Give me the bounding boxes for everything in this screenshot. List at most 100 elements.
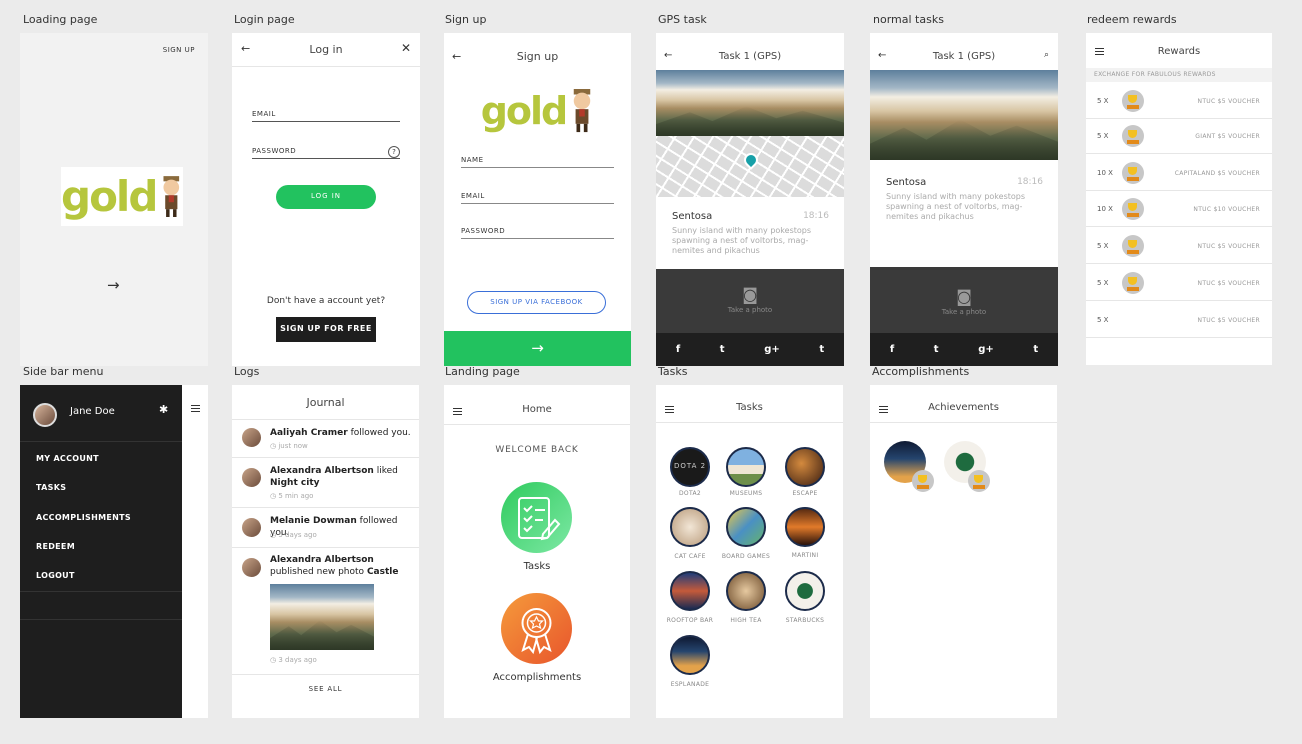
signup-free-button[interactable]: SIGN UP FOR FREE xyxy=(276,317,376,342)
sidebar-item-accomplishments[interactable]: ACCOMPLISHMENTS xyxy=(36,513,131,522)
accomplishments-button[interactable] xyxy=(501,593,572,664)
reward-row[interactable]: 10 X CAPITALAND $5 VOUCHER xyxy=(1086,155,1272,191)
password-field[interactable]: PASSWORD xyxy=(461,227,614,239)
login-button[interactable]: LOG IN xyxy=(276,185,376,209)
sidebar-item-tasks[interactable]: TASKS xyxy=(36,483,66,492)
journal-entry[interactable]: Alexandra Albertson liked Night city ◷ 5… xyxy=(232,458,419,508)
facebook-icon[interactable]: f xyxy=(676,344,680,355)
divider xyxy=(656,422,843,423)
task-rooftop-bar[interactable] xyxy=(670,571,710,611)
no-account-text: Don't have a account yet? xyxy=(266,296,386,306)
entry-time: ◷ 5 min ago xyxy=(270,492,314,500)
task-description: Sunny island with many pokestops spawnin… xyxy=(672,226,812,255)
task-label: CAT CAFE xyxy=(674,553,706,560)
signup-link[interactable]: SIGN UP xyxy=(163,46,195,54)
take-photo-label: Take a photo xyxy=(941,308,987,316)
label-gps-task: GPS task xyxy=(658,13,707,26)
reward-name: NTUC $5 VOUCHER xyxy=(1197,243,1260,250)
twitter-icon[interactable]: t xyxy=(720,344,725,355)
rewards-subheader: EXCHANGE FOR FABULOUS REWARDS xyxy=(1086,68,1272,82)
task-high-tea[interactable] xyxy=(726,571,766,611)
reward-name: CAPITALAND $5 VOUCHER xyxy=(1174,170,1260,177)
gold-logo: gold xyxy=(61,167,183,226)
label-accomplishments: Accomplishments xyxy=(872,365,970,378)
reward-row[interactable]: 5 X GIANT $5 VOUCHER xyxy=(1086,118,1272,154)
tumblr-icon[interactable]: t xyxy=(819,344,824,355)
task-label: ESCAPE xyxy=(792,490,818,497)
name-field[interactable]: NAME xyxy=(461,156,614,168)
task-starbucks[interactable] xyxy=(785,571,825,611)
login-header: ← Log in ✕ xyxy=(232,33,420,67)
tumblr-icon[interactable]: t xyxy=(1033,344,1038,355)
twitter-icon[interactable]: t xyxy=(934,344,939,355)
task-label: DOTA2 xyxy=(679,490,701,497)
reward-qty: 5 X xyxy=(1097,132,1109,140)
task-label: STARBUCKS xyxy=(785,617,825,624)
login-screen: ← Log in ✕ EMAIL PASSWORD ? LOG IN Don't… xyxy=(232,33,420,366)
label-side-bar-menu: Side bar menu xyxy=(23,365,104,378)
task-board-games[interactable] xyxy=(726,507,766,547)
home-screen: Home WELCOME BACK Tasks Accomplishments xyxy=(444,385,630,718)
gps-task-title: Task 1 (GPS) xyxy=(718,51,782,62)
avatar xyxy=(242,428,261,447)
gold-logo: gold xyxy=(479,87,596,135)
sidebar-item-my-account[interactable]: MY ACCOUNT xyxy=(36,454,99,463)
reward-qty: 10 X xyxy=(1097,169,1113,177)
checklist-icon xyxy=(518,497,561,541)
journal-title: Journal xyxy=(306,396,345,409)
google-plus-icon[interactable]: g+ xyxy=(764,344,780,355)
login-title: Log in xyxy=(309,43,343,56)
place-name: Sentosa xyxy=(672,211,713,222)
take-photo-area[interactable]: ◙ Take a photo xyxy=(656,269,844,333)
reward-row[interactable]: 5 X NTUC $5 VOUCHER xyxy=(1086,228,1272,264)
entry-text: Alexandra Albertson published new photo … xyxy=(270,555,399,577)
label-logs: Logs xyxy=(234,365,260,378)
achievements-screen: Achievements xyxy=(870,385,1057,718)
label-login-page: Login page xyxy=(234,13,295,26)
task-cat-cafe[interactable] xyxy=(670,507,710,547)
reward-row[interactable]: 10 X NTUC $10 VOUCHER xyxy=(1086,191,1272,227)
journal-entry[interactable]: Alexandra Albertson published new photo … xyxy=(232,548,419,675)
facebook-icon[interactable]: f xyxy=(890,344,894,355)
gear-icon[interactable]: ✱ xyxy=(159,403,168,416)
close-icon[interactable]: ✕ xyxy=(401,41,411,55)
arrow-right-icon[interactable]: → xyxy=(107,276,120,294)
journal-entry[interactable]: Aaliyah Cramer followed you. ◷ just now xyxy=(232,420,419,458)
reward-row[interactable]: 5 X NTUC $5 VOUCHER xyxy=(1086,302,1272,338)
normal-task-screen: ← Task 1 (GPS) ⌕ Sentosa 18:16 Sunny isl… xyxy=(870,33,1058,366)
journal-screen: Journal Aaliyah Cramer followed you. ◷ j… xyxy=(232,385,419,718)
task-time: 18:16 xyxy=(1017,177,1043,187)
search-icon[interactable]: ⌕ xyxy=(1044,50,1049,60)
help-icon[interactable]: ? xyxy=(388,146,400,158)
reward-name: NTUC $5 VOUCHER xyxy=(1197,280,1260,287)
mountain-image xyxy=(656,70,844,136)
journal-entry[interactable]: Melanie Dowman followed you. ◷ 5 days ag… xyxy=(232,508,419,548)
reward-row[interactable]: 5 X NTUC $5 VOUCHER xyxy=(1086,265,1272,301)
entry-text: Aaliyah Cramer followed you. xyxy=(270,428,411,438)
email-field[interactable]: EMAIL xyxy=(461,192,614,204)
task-esplanade[interactable] xyxy=(670,635,710,675)
see-all-link[interactable]: SEE ALL xyxy=(232,685,419,693)
task-dota2[interactable]: DOTA 2 xyxy=(670,447,710,487)
sidebar-item-logout[interactable]: LOGOUT xyxy=(36,571,75,580)
take-photo-area[interactable]: ◙ Take a photo xyxy=(870,267,1058,333)
facebook-signup-button[interactable]: SIGN UP VIA FACEBOOK xyxy=(467,291,606,314)
normal-task-title: Task 1 (GPS) xyxy=(932,51,996,62)
task-museums[interactable] xyxy=(726,447,766,487)
reward-row[interactable]: 5 X NTUC $5 VOUCHER xyxy=(1086,83,1272,119)
next-button[interactable]: → xyxy=(444,331,631,366)
sidebar-item-redeem[interactable]: REDEEM xyxy=(36,542,75,551)
task-escape[interactable] xyxy=(785,447,825,487)
divider xyxy=(20,591,182,592)
tasks-button[interactable] xyxy=(501,482,572,553)
menu-icon[interactable] xyxy=(191,405,200,412)
avatar[interactable] xyxy=(33,403,57,427)
trophy-icon xyxy=(968,470,990,492)
google-plus-icon[interactable]: g+ xyxy=(978,344,994,355)
task-martini[interactable] xyxy=(785,507,825,547)
password-field[interactable]: PASSWORD xyxy=(252,147,400,159)
castle-photo[interactable] xyxy=(270,584,374,650)
task-label: HIGH TEA xyxy=(730,617,762,624)
email-field[interactable]: EMAIL xyxy=(252,110,400,122)
mascot-icon xyxy=(574,89,591,133)
